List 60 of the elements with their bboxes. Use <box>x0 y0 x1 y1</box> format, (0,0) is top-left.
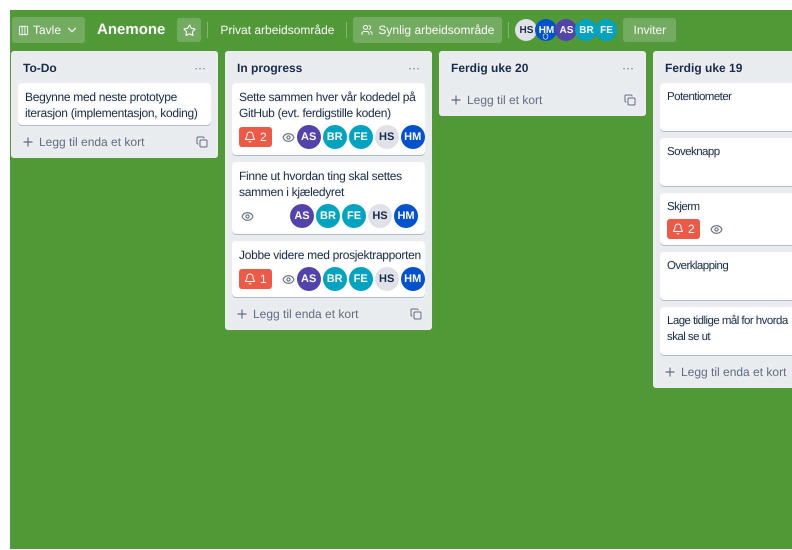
board-title[interactable]: Anemone <box>91 18 172 42</box>
add-card-button[interactable]: Legg til enda et kort <box>21 133 144 151</box>
list-menu-button[interactable]: ··· <box>622 62 634 74</box>
add-card-button[interactable]: Legg til enda et kort <box>663 363 786 381</box>
list-title: To-Do <box>23 60 57 77</box>
notification-badge: 1 <box>239 269 272 289</box>
member-avatar[interactable]: HS <box>374 267 399 291</box>
member-avatar[interactable]: HM <box>400 125 425 149</box>
template-icon[interactable] <box>624 94 636 106</box>
card-title: Finne ut hvordan ting skal settes sammen i kjæledyret <box>239 168 403 200</box>
member-avatar[interactable]: AS <box>290 204 314 228</box>
card[interactable]: Overklapping <box>660 252 792 300</box>
plus-icon <box>449 93 463 107</box>
star-button[interactable] <box>177 18 202 42</box>
card-title: Jobbe videre med prosjektrapporten <box>239 247 418 263</box>
list-title: Ferdig uke 19 <box>665 60 742 77</box>
card[interactable]: Potentiometer <box>660 83 792 131</box>
member-avatar[interactable]: AS <box>296 125 321 149</box>
card-title: Skjerm <box>667 200 700 215</box>
card-title: Soveknapp <box>667 145 721 160</box>
template-icon[interactable] <box>410 308 422 320</box>
member-avatar[interactable]: AS <box>555 19 578 41</box>
card-title: Overklapping <box>667 259 730 274</box>
bell-icon <box>672 223 684 235</box>
add-card-button[interactable]: Legg til et kort <box>449 91 542 109</box>
notification-badge: 2 <box>239 127 272 147</box>
card-title: Begynne med neste prototype iterasjon (implementasjon, koding) <box>25 89 199 121</box>
member-avatar[interactable]: HM <box>394 204 418 228</box>
list-menu-button[interactable]: ··· <box>408 62 420 74</box>
card-title: Lage tidlige mål for hvorda skal se ut <box>667 314 790 345</box>
notification-badge: 2 <box>667 219 700 239</box>
card[interactable]: Finne ut hvordan ting skal settes sammen i kjæledyret AS BR FE HS HM <box>232 162 425 234</box>
add-card-button[interactable]: Legg til enda et kort <box>235 305 358 323</box>
list-title: Ferdig uke 20 <box>451 60 528 77</box>
people-icon <box>361 24 374 36</box>
plus-icon <box>21 135 35 149</box>
list-menu-button[interactable]: ··· <box>194 62 206 74</box>
board-icon <box>18 24 29 36</box>
card-title: Potentiometer <box>667 90 733 105</box>
card[interactable]: Sette sammen hver vår kodedel på GitHub (evt. ferdigstille koden) 2 AS BR FE HS HM <box>232 83 425 155</box>
workspace-button[interactable]: Privat arbeidsområde <box>214 21 340 39</box>
member-avatar[interactable]: HM <box>400 267 425 291</box>
template-icon[interactable] <box>196 136 208 148</box>
member-avatar[interactable]: HS <box>515 19 538 41</box>
bell-icon <box>244 273 256 285</box>
card[interactable]: Skjerm 2 <box>660 193 792 245</box>
plus-icon <box>235 307 249 321</box>
member-avatar[interactable]: HM <box>535 19 558 41</box>
member-avatar[interactable]: HS <box>374 125 399 149</box>
card[interactable]: Jobbe videre med prosjektrapporten 1 AS BR FE HS HM <box>232 241 425 297</box>
plus-icon <box>663 365 677 379</box>
card-title: Sette sammen hver vår kodedel på GitHub (evt. ferdigstille koden) <box>239 89 417 121</box>
card[interactable]: Begynne med neste prototype iterasjon (implementasjon, koding) <box>18 83 211 125</box>
bell-icon <box>244 131 256 143</box>
list-title: In progress <box>237 60 302 77</box>
star-icon <box>182 24 196 36</box>
member-avatar[interactable]: AS <box>296 267 321 291</box>
card[interactable]: Soveknapp <box>660 138 792 186</box>
member-avatar[interactable]: HS <box>368 204 392 228</box>
card[interactable]: Lage tidlige mål for hvorda skal se ut <box>660 307 792 355</box>
